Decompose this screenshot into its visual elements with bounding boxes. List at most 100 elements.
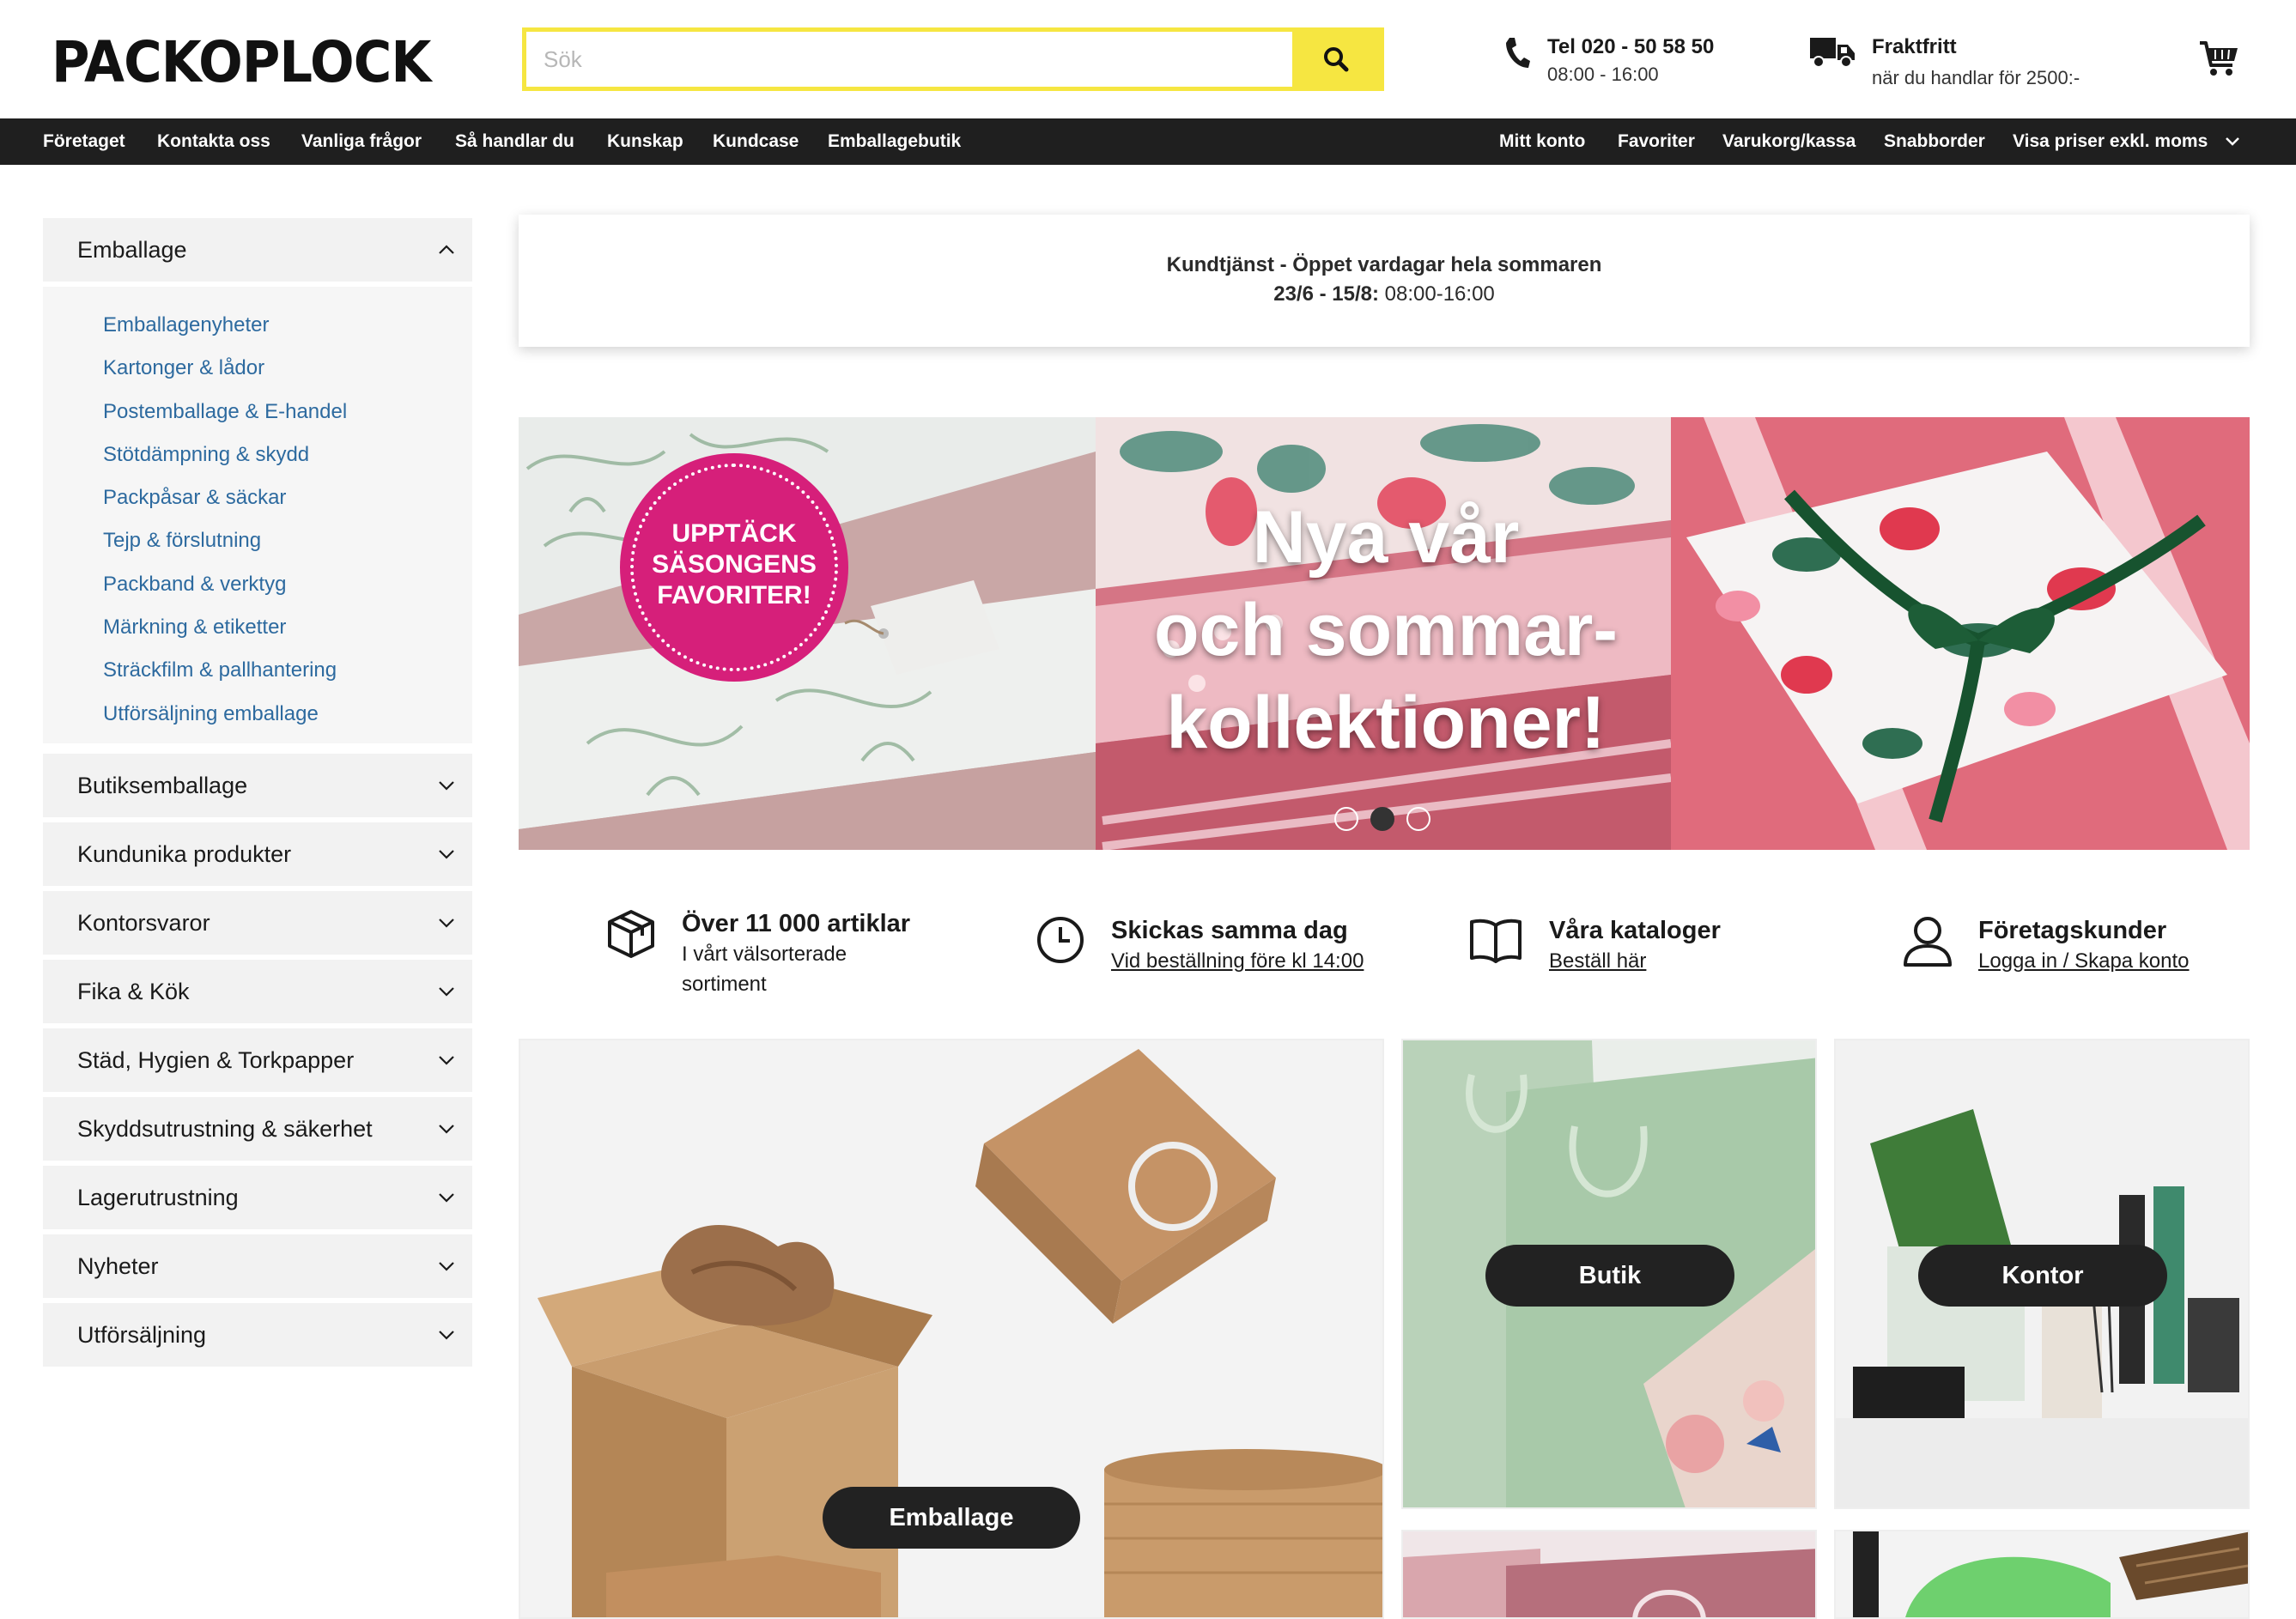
sidebar-item-butiksemballage[interactable]: Butiksemballage [43,754,472,817]
sidebar-item-kundunika[interactable]: Kundunika produkter [43,822,472,886]
submenu-link[interactable]: Postemballage & E-handel [43,391,472,434]
nav-foretaget[interactable]: Företaget [43,118,125,165]
usp-shipping: Skickas samma dag Vid beställning före k… [1036,915,1364,976]
nav-kundcase[interactable]: Kundcase [713,118,799,165]
tile-label-emballage[interactable]: Emballage [823,1487,1080,1549]
main-nav: Företaget Kontakta oss Vanliga frågor Så… [0,118,2296,165]
customer-service-notice: Kundtjänst - Öppet vardagar hela sommare… [519,215,2250,347]
bags-image [1403,1531,1815,1617]
usp-title: Skickas samma dag [1111,917,1348,944]
hero-title-line: kollektioner! [1166,682,1606,764]
usp-link[interactable]: Logga in / Skapa konto [1978,946,2190,976]
usp-link[interactable]: Beställ här [1549,946,1721,976]
badge-line: FAVORITER! [657,581,811,609]
phone-icon [1506,38,1530,68]
nav-price-toggle[interactable]: Visa priser exkl. moms [2013,118,2240,165]
search-button[interactable] [1292,32,1380,87]
chevron-down-icon [439,850,454,859]
user-icon [1904,917,1952,967]
sidebar-item-skyddsutrustning[interactable]: Skyddsutrustning & säkerhet [43,1097,472,1161]
chevron-down-icon [439,1331,454,1340]
cart-icon [2200,41,2238,76]
submenu-link[interactable]: Utförsäljning emballage [43,693,472,736]
submenu-link[interactable]: Packpåsar & säckar [43,476,472,519]
sidebar-item-label: Kundunika produkter [77,840,292,867]
badge-line: SÄSONGENS [652,550,817,579]
chevron-down-icon [2226,137,2239,147]
nav-snabborder[interactable]: Snabborder [1884,118,1985,165]
sidebar-item-label: Utförsäljning [77,1321,207,1348]
chevron-down-icon [439,1056,454,1065]
nav-favoriter[interactable]: Favoriter [1618,118,1695,165]
search-bar [522,27,1384,91]
carousel-dots [1334,807,1430,831]
category-tile-cleaning[interactable] [1834,1530,2250,1619]
sidebar-submenu-emballage: Emballagenyheter Kartonger & lådor Poste… [43,287,472,743]
phone-info[interactable]: Tel 020 - 50 58 50 08:00 - 16:00 [1504,34,1714,88]
nav-varukorg[interactable]: Varukorg/kassa [1722,118,1856,165]
sidebar-item-fika-kok[interactable]: Fika & Kök [43,960,472,1023]
nav-sa-handlar-du[interactable]: Så handlar du [455,118,574,165]
book-icon [1470,919,1522,963]
submenu-link[interactable]: Stötdämpning & skydd [43,434,472,476]
chevron-down-icon [439,1262,454,1271]
notice-title: Kundtjänst - Öppet vardagar hela sommare… [1166,253,1602,276]
cleaning-image [1836,1531,2248,1617]
sidebar-item-nyheter[interactable]: Nyheter [43,1234,472,1298]
submenu-link[interactable]: Sträckfilm & pallhantering [43,649,472,692]
usp-assortment: Över 11 000 artiklar I vårt välsorterade… [606,908,922,999]
category-tile-kontor[interactable]: Kontor [1834,1039,2250,1509]
hero-title-line: och sommar- [1153,589,1619,671]
notice-dates: 23/6 - 15/8: [1273,282,1379,306]
sidebar-item-label: Lagerutrustning [77,1184,239,1210]
usp-link[interactable]: Vid beställning före kl 14:00 [1111,946,1364,976]
carousel-dot-2[interactable] [1370,807,1394,831]
chevron-up-icon [439,245,454,254]
submenu-link[interactable]: Emballagenyheter [43,304,472,347]
carousel-dot-1[interactable] [1334,807,1358,831]
sidebar-item-label: Nyheter [77,1252,159,1279]
chevron-down-icon [439,781,454,791]
tile-label-butik[interactable]: Butik [1485,1245,1734,1307]
sidebar-item-utforsaljning[interactable]: Utförsäljning [43,1303,472,1367]
usp-title: Företagskunder [1978,917,2167,944]
hero-banner[interactable]: UPPTÄCK SÄSONGENS FAVORITER! Nya vår och… [519,417,2250,850]
submenu-link[interactable]: Tejp & förslutning [43,519,472,562]
sidebar-item-emballage[interactable]: Emballage [43,218,472,282]
nav-emballagebutik[interactable]: Emballagebutik [828,118,961,165]
submenu-link[interactable]: Kartonger & lådor [43,347,472,390]
phone-hours: 08:00 - 16:00 [1547,64,1659,85]
notice-time: 08:00-16:00 [1378,282,1495,306]
submenu-link[interactable]: Märkning & etiketter [43,606,472,649]
nav-vanliga-fragor[interactable]: Vanliga frågor [301,118,422,165]
sidebar-item-label: Städ, Hygien & Torkpapper [77,1046,355,1073]
sidebar-item-label: Skyddsutrustning & säkerhet [77,1115,373,1142]
shipping-info: Fraktfritt när du handlar för 2500:- [1810,34,2080,91]
search-icon [1324,47,1349,72]
shipping-title: Fraktfritt [1872,35,1957,58]
nav-mitt-konto[interactable]: Mitt konto [1499,118,1585,165]
usp-business: Företagskunder Logga in / Skapa konto [1903,915,2190,976]
shipping-text: när du handlar för 2500:- [1872,67,2080,88]
submenu-link[interactable]: Packband & verktyg [43,563,472,606]
search-input[interactable] [526,32,1292,87]
hero-title-line: Nya vår [1252,496,1520,579]
chevron-down-icon [439,1193,454,1203]
usp-title: Våra kataloger [1549,917,1721,944]
category-tile-emballage[interactable]: Emballage [519,1039,1384,1619]
nav-kontakta-oss[interactable]: Kontakta oss [157,118,270,165]
carousel-dot-3[interactable] [1406,807,1430,831]
nav-kunskap[interactable]: Kunskap [607,118,683,165]
sidebar-item-label: Fika & Kök [77,978,190,1004]
site-logo[interactable]: PACKOPLOCK [52,33,431,93]
category-tile-butik[interactable]: Butik [1401,1039,1817,1509]
cart-button[interactable] [2198,38,2239,83]
sidebar-item-stad-hygien[interactable]: Städ, Hygien & Torkpapper [43,1028,472,1092]
sidebar-item-label: Kontorsvaror [77,909,210,936]
truck-icon [1810,38,1855,68]
sidebar-item-lagerutrustning[interactable]: Lagerutrustning [43,1166,472,1229]
category-tile-bags[interactable] [1401,1530,1817,1619]
tile-label-kontor[interactable]: Kontor [1918,1245,2167,1307]
sidebar-item-kontorsvaror[interactable]: Kontorsvaror [43,891,472,955]
phone-number: Tel 020 - 50 58 50 [1547,35,1715,58]
